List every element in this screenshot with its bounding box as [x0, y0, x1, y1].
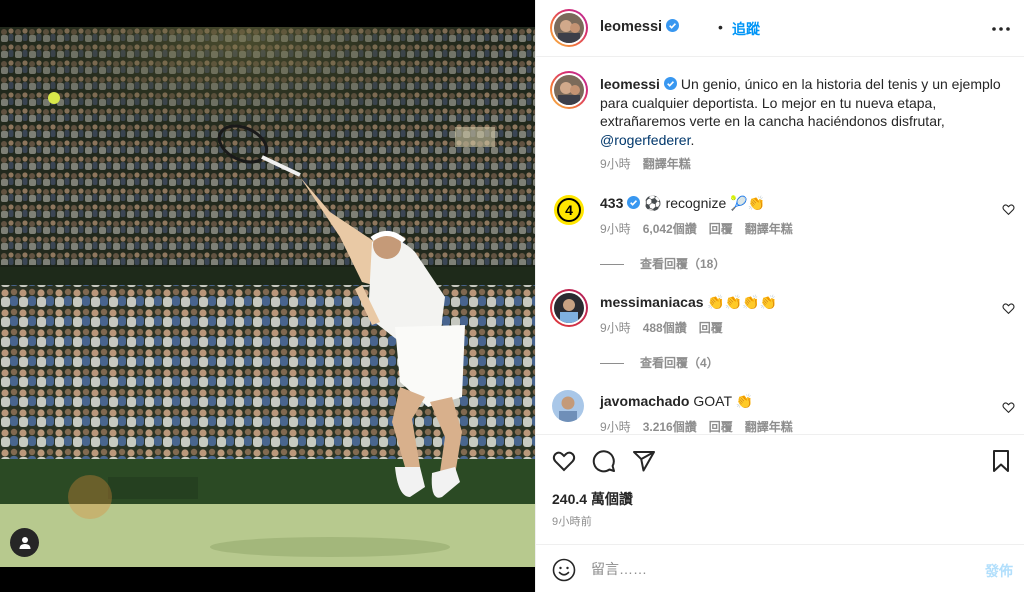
view-replies-label: 查看回覆（4） [640, 356, 719, 370]
tennis-photo-illustration [0, 27, 535, 567]
reply-button[interactable]: 回覆 [709, 222, 733, 236]
view-replies-button[interactable]: 查看回覆（18） [600, 255, 725, 272]
comment-body: 👏👏👏👏 [703, 294, 778, 310]
like-count[interactable]: 240.4 萬個讚 [552, 489, 633, 509]
reply-button[interactable]: 回覆 [709, 420, 733, 434]
comment-meta: 9小時 3.216個讚 回覆 翻譯年糕 [600, 418, 805, 434]
comment-likes[interactable]: 488個讚 [643, 321, 687, 335]
reply-button[interactable]: 回覆 [699, 321, 723, 335]
comment-time[interactable]: 9小時 [600, 321, 631, 335]
author-username[interactable]: leomessi [600, 19, 680, 35]
comments-list[interactable]: leomessi Un genio, único en la historia … [536, 58, 1024, 434]
mention-link[interactable]: @rogerfederer [600, 132, 690, 148]
instagram-post-viewer: leomessi • 追蹤 leomessi Un genio, único e… [0, 0, 1024, 592]
svg-text:4: 4 [565, 202, 573, 218]
post-timestamp[interactable]: 9小時前 [552, 513, 592, 529]
translate-button[interactable]: 翻譯年糕 [643, 157, 691, 171]
comment-icon[interactable] [592, 449, 616, 473]
comment-avatar-javomachado[interactable] [552, 390, 584, 422]
story-ring[interactable] [550, 9, 588, 47]
comment-body: GOAT 👏 [689, 393, 754, 409]
heart-icon[interactable] [552, 449, 576, 473]
comment-text: messimaniacas 👏👏👏👏 [600, 293, 990, 312]
comment-like-icon[interactable] [1002, 203, 1015, 216]
divider-line [600, 264, 624, 266]
verified-badge-icon [663, 77, 677, 90]
post-photo[interactable] [0, 27, 535, 567]
caption-avatar[interactable] [554, 75, 584, 105]
caption-meta: 9小時 翻譯年糕 [600, 155, 703, 172]
share-icon[interactable] [632, 449, 656, 473]
user-tag-icon[interactable] [10, 528, 39, 557]
caption-story-ring[interactable] [550, 71, 588, 109]
post-header: leomessi • 追蹤 [536, 0, 1024, 57]
post-media [0, 0, 535, 592]
comment-like-icon[interactable] [1002, 401, 1015, 414]
emoji-icon[interactable] [552, 558, 576, 582]
comment-input[interactable] [591, 559, 951, 579]
comment-meta: 9小時 6,042個讚 回覆 翻譯年糕 [600, 220, 805, 237]
post-sidebar: leomessi • 追蹤 leomessi Un genio, único e… [535, 0, 1024, 592]
comment-story-ring[interactable] [550, 289, 588, 327]
comment-body: ⚽ recognize 🎾👏 [640, 195, 766, 211]
verified-badge-icon [627, 196, 641, 209]
bookmark-icon[interactable] [989, 449, 1013, 473]
translate-button[interactable]: 翻譯年糕 [745, 420, 793, 434]
comment-author[interactable]: messimaniacas [600, 294, 704, 310]
comment-text: 433 ⚽ recognize 🎾👏 [600, 194, 990, 213]
caption-body: Un genio, único en la historia del tenis… [600, 76, 1001, 129]
action-bar: 240.4 萬個讚 9小時前 [536, 434, 1024, 544]
comment-time[interactable]: 9小時 [600, 222, 631, 236]
verified-badge-icon [666, 19, 680, 32]
comment-author[interactable]: 433 [600, 195, 623, 211]
comment-composer: 發佈 [536, 544, 1024, 592]
comment-like-icon[interactable] [1002, 302, 1015, 315]
comment-likes[interactable]: 6,042個讚 [643, 222, 697, 236]
caption-author[interactable]: leomessi [600, 76, 660, 92]
comment-avatar-433[interactable]: 4 [554, 195, 584, 225]
post-comment-button[interactable]: 發佈 [985, 561, 1013, 581]
caption-text: leomessi Un genio, único en la historia … [600, 75, 1006, 149]
caption-tail: . [690, 131, 695, 148]
author-avatar[interactable] [554, 13, 584, 43]
separator-dot: • [718, 19, 723, 35]
caption-time[interactable]: 9小時 [600, 157, 631, 171]
translate-button[interactable]: 翻譯年糕 [745, 222, 793, 236]
divider-line [600, 363, 624, 365]
comment-meta: 9小時 488個讚 回覆 [600, 319, 735, 336]
view-replies-button[interactable]: 查看回覆（4） [600, 354, 719, 371]
comment-text: javomachado GOAT 👏 [600, 392, 990, 411]
comment-likes[interactable]: 3.216個讚 [643, 420, 697, 434]
follow-button[interactable]: 追蹤 [732, 19, 760, 39]
comment-avatar-messimaniacas[interactable] [554, 293, 584, 323]
comment-author[interactable]: javomachado [600, 393, 689, 409]
more-options-icon[interactable] [991, 19, 1011, 39]
view-replies-label: 查看回覆（18） [640, 257, 726, 271]
comment-time[interactable]: 9小時 [600, 420, 631, 434]
